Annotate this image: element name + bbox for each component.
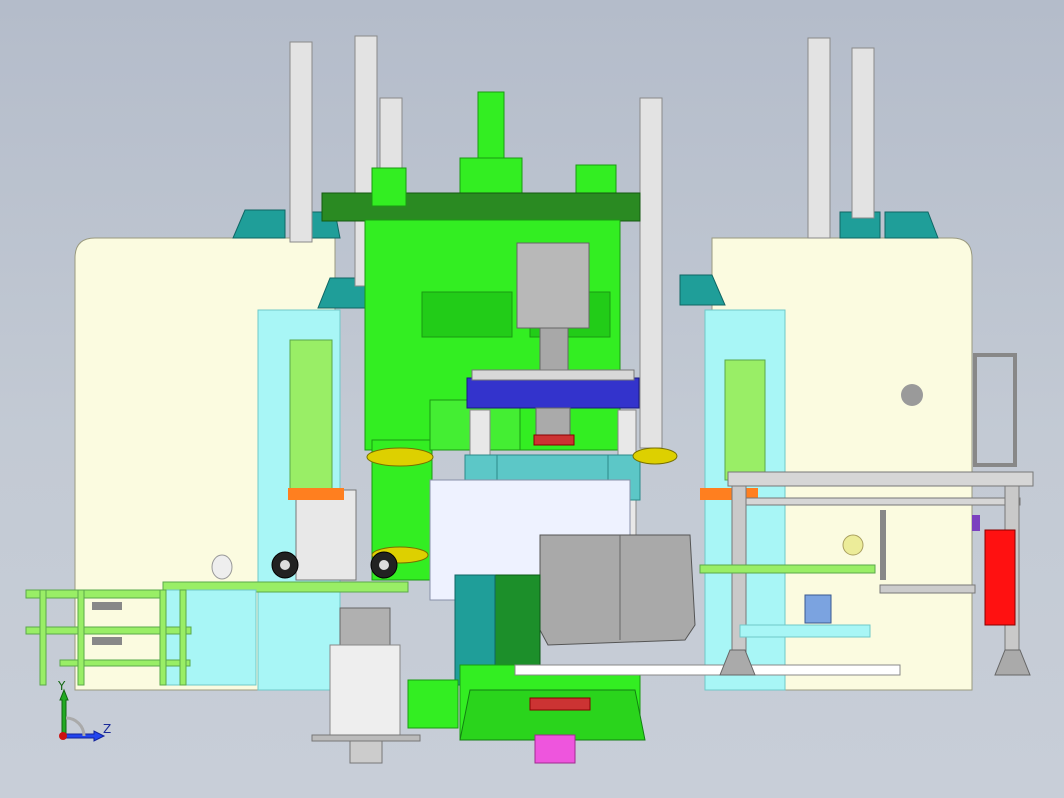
y-axis-arrow [59, 688, 69, 739]
cad-viewport[interactable]: Y Z [0, 0, 1064, 798]
y-axis-label: Y [57, 679, 66, 693]
z-axis-label: Z [103, 722, 111, 736]
x-axis-dot [59, 732, 67, 740]
inspection-port-icon [901, 384, 923, 406]
